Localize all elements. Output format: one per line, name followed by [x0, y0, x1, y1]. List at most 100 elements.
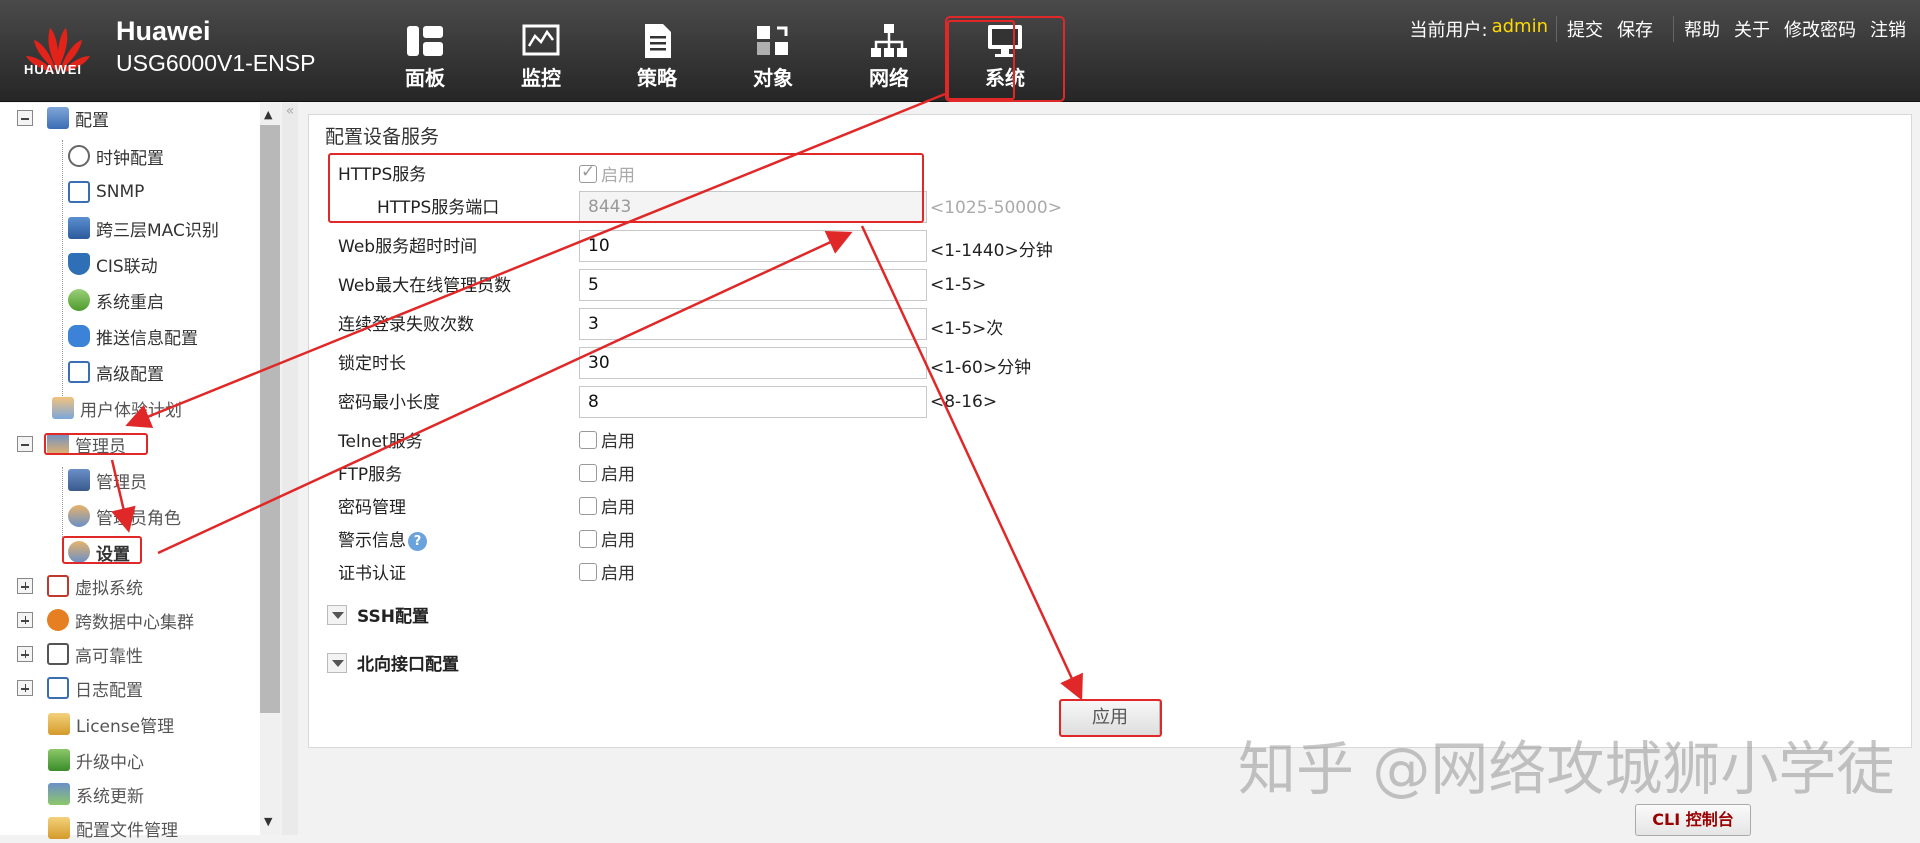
- tree-label: 升级中心: [76, 752, 144, 773]
- brand-name: Huawei: [116, 16, 211, 46]
- https-service-checkbox[interactable]: 启用: [579, 161, 635, 186]
- save-link[interactable]: 保存: [1617, 16, 1653, 42]
- expand-icon[interactable]: [17, 680, 33, 696]
- ftp-checkbox[interactable]: 启用: [579, 460, 635, 485]
- ux-plan-icon: [52, 397, 74, 419]
- tree-label: 时钟配置: [96, 148, 164, 169]
- tree-item-reboot[interactable]: 系统重启: [68, 285, 164, 315]
- monitor-icon: [522, 24, 560, 56]
- checkbox-icon: [579, 162, 597, 183]
- sidebar-collapse-handle[interactable]: «: [282, 103, 298, 835]
- system-icon: [988, 25, 1022, 57]
- nav-dashboard[interactable]: 面板: [367, 18, 483, 100]
- tree-label: 设置: [96, 544, 130, 565]
- user-toolbar: 当前用户: admin 提交 保存 帮助 关于 修改密码 注销: [1410, 16, 1920, 42]
- ssh-config-section[interactable]: SSH配置: [327, 602, 429, 627]
- expand-triangle-icon: [327, 604, 347, 625]
- tree-label: 管理员角色: [96, 508, 181, 529]
- lock-duration-input[interactable]: [579, 347, 927, 379]
- tree-item-config-file[interactable]: 配置文件管理: [48, 813, 178, 843]
- tree-item-ux-plan[interactable]: 用户体验计划: [52, 393, 182, 423]
- reboot-icon: [68, 289, 90, 311]
- login-fail-label: 连续登录失败次数: [338, 315, 474, 335]
- nav-policy[interactable]: 策略: [599, 18, 715, 100]
- help-icon[interactable]: ?: [408, 531, 427, 551]
- scroll-down-icon[interactable]: ▼: [264, 815, 272, 828]
- panel-title: 配置设备服务: [325, 126, 440, 148]
- cert-auth-checkbox[interactable]: 启用: [579, 559, 635, 584]
- tree-item-admin-role[interactable]: 管理员角色: [68, 501, 181, 531]
- checkbox-icon: [579, 430, 597, 449]
- https-port-input[interactable]: [579, 191, 927, 223]
- nav-monitor[interactable]: 监控: [483, 18, 599, 100]
- tree-item-advanced[interactable]: 高级配置: [68, 357, 164, 387]
- telnet-label: Telnet服务: [338, 432, 423, 452]
- tree-node-admin[interactable]: 管理员: [17, 429, 126, 459]
- expand-icon[interactable]: [17, 578, 33, 594]
- tree-item-mac[interactable]: 跨三层MAC识别: [68, 213, 219, 243]
- apply-button[interactable]: 应用: [1060, 700, 1160, 736]
- change-password-link[interactable]: 修改密码: [1784, 16, 1856, 42]
- tree-item-push[interactable]: 推送信息配置: [68, 321, 198, 351]
- nav-network[interactable]: 网络: [831, 18, 947, 100]
- current-user-label: 当前用户:: [1409, 20, 1488, 41]
- collapse-icon[interactable]: [17, 436, 33, 452]
- device-model: USG6000V1-ENSP: [116, 50, 316, 76]
- tree-item-upgrade[interactable]: 升级中心: [48, 745, 144, 775]
- nav-system[interactable]: 系统: [945, 16, 1065, 102]
- web-timeout-input[interactable]: [579, 230, 927, 262]
- upgrade-icon: [48, 749, 70, 771]
- object-icon: [757, 26, 788, 55]
- nav-label: 系统: [985, 66, 1025, 90]
- web-timeout-hint: <1-1440>分钟: [930, 241, 1053, 261]
- tree-item-license[interactable]: License管理: [48, 709, 174, 739]
- tree-item-settings[interactable]: 设置: [68, 537, 130, 567]
- expand-icon[interactable]: [17, 612, 33, 628]
- tree-node-ha[interactable]: 高可靠性: [17, 639, 143, 669]
- web-max-admins-input[interactable]: [579, 269, 927, 301]
- warning-checkbox[interactable]: 启用: [579, 526, 635, 551]
- telnet-checkbox[interactable]: 启用: [579, 427, 635, 452]
- tree-item-cis[interactable]: CIS联动: [68, 249, 158, 279]
- ftp-label: FTP服务: [338, 465, 403, 485]
- tree-node-vsys[interactable]: 虚拟系统: [17, 571, 143, 601]
- about-link[interactable]: 关于: [1734, 16, 1770, 42]
- submit-link[interactable]: 提交: [1567, 16, 1603, 42]
- tree-item-clock[interactable]: 时钟配置: [68, 141, 164, 171]
- tree-item-snmp[interactable]: SNMP: [68, 177, 144, 207]
- tree-label: SNMP: [96, 182, 145, 202]
- cli-console-button[interactable]: CLI 控制台: [1635, 804, 1751, 836]
- pwd-min-len-input[interactable]: [579, 386, 927, 418]
- tree-item-sys-update[interactable]: 系统更新: [48, 779, 144, 809]
- dashboard-icon: [407, 26, 443, 56]
- tree-node-config[interactable]: 配置: [17, 103, 109, 133]
- logout-link[interactable]: 注销: [1870, 16, 1906, 42]
- help-link[interactable]: 帮助: [1684, 16, 1720, 42]
- tree-node-dc-cluster[interactable]: 跨数据中心集群: [17, 605, 194, 635]
- northbound-config-section[interactable]: 北向接口配置: [327, 650, 459, 675]
- tree-item-admin[interactable]: 管理员: [68, 465, 147, 495]
- nav-label: 监控: [521, 66, 561, 90]
- expand-icon[interactable]: [17, 646, 33, 662]
- policy-icon: [645, 24, 671, 58]
- https-service-label: HTTPS服务: [338, 165, 427, 185]
- admin-icon: [47, 433, 69, 455]
- pwd-min-len-hint: <8-16>: [930, 392, 998, 412]
- config-file-icon: [48, 817, 70, 839]
- checkbox-icon: [579, 463, 597, 482]
- nav-object[interactable]: 对象: [715, 18, 831, 100]
- license-icon: [48, 713, 70, 735]
- login-fail-input[interactable]: [579, 308, 927, 340]
- scroll-up-icon[interactable]: ▲: [264, 108, 272, 121]
- virtual-system-icon: [47, 575, 69, 597]
- admin-user-icon: [68, 469, 90, 491]
- pwd-mgmt-checkbox[interactable]: 启用: [579, 493, 635, 518]
- warning-label: 警示信息?: [338, 526, 427, 551]
- checkbox-icon: [579, 496, 597, 515]
- advanced-config-icon: [68, 361, 90, 383]
- sidebar-scrollbar-thumb[interactable]: [260, 125, 280, 713]
- collapse-icon[interactable]: [17, 110, 33, 126]
- web-timeout-label: Web服务超时时间: [338, 237, 478, 257]
- tree-label: License管理: [76, 716, 175, 737]
- tree-node-log[interactable]: 日志配置: [17, 673, 143, 703]
